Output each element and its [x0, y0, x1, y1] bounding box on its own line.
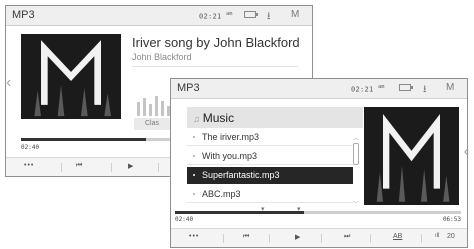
- progress-track[interactable]: [175, 211, 461, 214]
- app-title: MP3: [177, 82, 200, 94]
- bullet-icon: [193, 136, 195, 138]
- next-button[interactable]: ⏭: [344, 233, 350, 241]
- volume-level[interactable]: 20: [447, 233, 455, 240]
- clock: 02:21 am: [351, 84, 385, 94]
- list-item-label: ABC.mp3: [202, 189, 241, 199]
- elapsed-time: 02:40: [175, 216, 194, 223]
- repeat-ab-button[interactable]: AB: [393, 233, 402, 240]
- volume-icon: ıll: [435, 233, 440, 239]
- music-list-screen: MP3 02:21 am ⭳ M ♫ Music The iriver.mp3 Wi…: [170, 78, 468, 248]
- artist-name: John Blackford: [132, 52, 192, 62]
- sd-card-icon: [399, 84, 413, 91]
- total-time: 06:53: [442, 216, 461, 223]
- divider: [321, 234, 322, 243]
- list-item-label: Superfantastic.mp3: [202, 170, 280, 180]
- divider: [421, 234, 422, 243]
- divider: [61, 163, 62, 172]
- list-item[interactable]: With you.mp3: [187, 148, 353, 165]
- bullet-icon: [193, 174, 195, 176]
- play-button[interactable]: ▶: [295, 233, 300, 241]
- divider: [132, 66, 298, 67]
- list-title: ♫ Music: [193, 111, 235, 125]
- download-icon: ⭳: [423, 84, 427, 95]
- music-list: ♫ Music The iriver.mp3 With you.mp3 Superfa…: [187, 107, 363, 208]
- sd-card-icon: [244, 11, 258, 18]
- download-icon: ⭳: [267, 11, 271, 22]
- chevron-left-icon[interactable]: ‹: [6, 74, 11, 92]
- previous-button[interactable]: ⏮: [76, 162, 82, 170]
- song-title: Iriver song by John Blackford: [132, 35, 300, 50]
- progress-fill: [175, 211, 304, 214]
- scrollbar[interactable]: [353, 143, 359, 165]
- list-item[interactable]: ABC.mp3: [187, 186, 353, 203]
- scroll-up-icon[interactable]: ︿: [353, 133, 359, 142]
- list-header: ♫ Music: [187, 107, 363, 128]
- chevron-left-icon[interactable]: ‹: [464, 143, 467, 161]
- album-art: [21, 34, 121, 119]
- divider: [111, 163, 112, 172]
- genre-label: Clas: [134, 118, 170, 130]
- music-note-icon: ♫: [193, 114, 200, 124]
- menu-button[interactable]: •••: [24, 162, 34, 169]
- bullet-icon: [193, 155, 195, 157]
- list-item-label: The iriver.mp3: [202, 132, 260, 142]
- divider: [223, 234, 224, 243]
- progress-fill: [21, 138, 146, 141]
- album-art: [364, 107, 459, 205]
- clock: 02:21 am: [199, 11, 233, 21]
- app-title: MP3: [12, 9, 35, 21]
- elapsed-time: 02:40: [21, 144, 40, 151]
- list-item[interactable]: The iriver.mp3: [187, 129, 353, 146]
- divider: [269, 234, 270, 243]
- previous-button[interactable]: ⏮: [243, 233, 249, 241]
- divider: [158, 163, 159, 172]
- scroll-down-icon[interactable]: ﹀: [353, 199, 359, 208]
- mode-icon: M: [291, 9, 300, 20]
- list-item[interactable]: Superfantastic.mp3: [187, 167, 353, 184]
- divider: [370, 234, 371, 243]
- status-bar: MP3 02:21 am ⭳ M: [171, 79, 467, 99]
- mode-icon: M: [446, 82, 455, 93]
- control-bar: ••• ⏮ ▶ ⏭ AB ıll 20: [171, 228, 467, 247]
- status-bar: MP3 02:21 am ⭳ M: [6, 6, 312, 26]
- menu-button[interactable]: •••: [189, 233, 199, 240]
- play-button[interactable]: ▶: [128, 162, 133, 170]
- list-item-label: With you.mp3: [202, 151, 258, 161]
- bullet-icon: [193, 193, 195, 195]
